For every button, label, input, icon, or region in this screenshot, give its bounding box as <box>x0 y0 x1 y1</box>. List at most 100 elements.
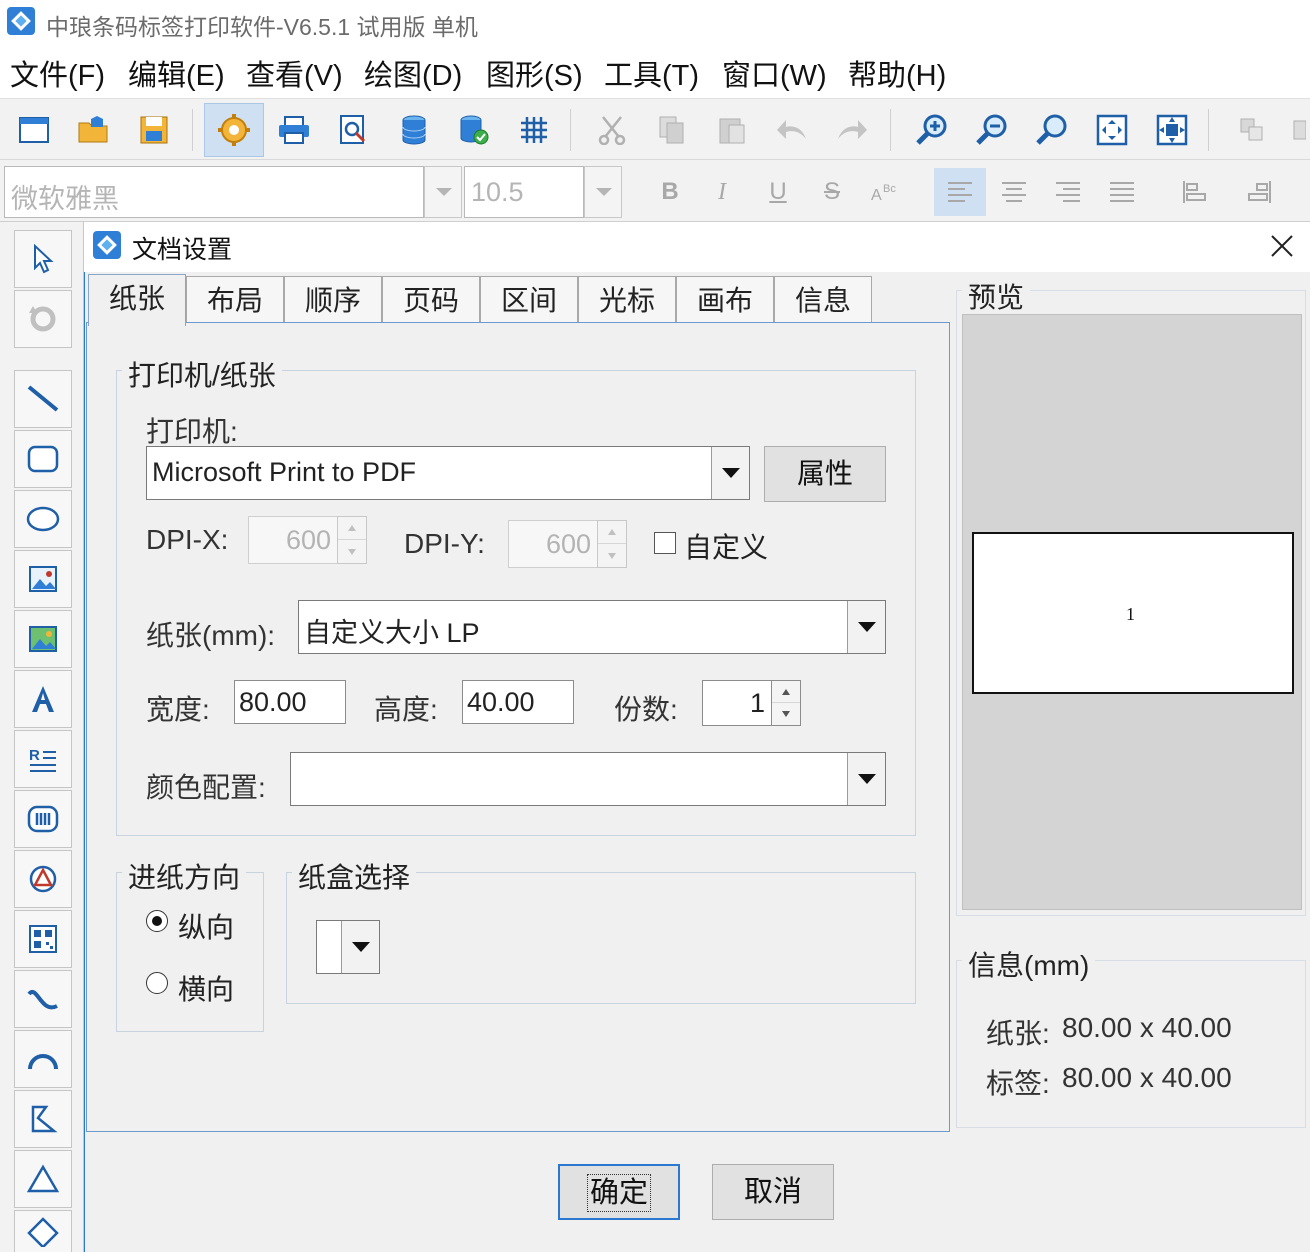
paper-size-select[interactable]: 自定义大小 LP <box>298 600 886 654</box>
dpi-y-increment[interactable] <box>598 521 626 544</box>
close-icon[interactable] <box>1266 230 1298 262</box>
paper-tray-select[interactable] <box>316 920 380 974</box>
cut-button[interactable] <box>584 103 640 157</box>
height-input[interactable]: 40.00 <box>462 680 574 724</box>
triangle-circle-tool-button[interactable] <box>14 850 72 908</box>
zoom-out-button[interactable] <box>964 103 1020 157</box>
zoom-button[interactable] <box>1024 103 1080 157</box>
strikethrough-button[interactable]: S <box>808 168 856 216</box>
italic-button[interactable]: I <box>698 168 746 216</box>
save-button[interactable] <box>126 103 182 157</box>
text-tool-button[interactable] <box>14 670 72 728</box>
menu-shape[interactable]: 图形(S) <box>486 52 583 94</box>
triangle-tool-button[interactable] <box>14 1150 72 1208</box>
copy-button[interactable] <box>644 103 700 157</box>
portrait-radio[interactable] <box>146 910 168 932</box>
new-button[interactable] <box>6 103 62 157</box>
menu-bar: 文件(F) 编辑(E) 查看(V) 绘图(D) 图形(S) 工具(T) 窗口(W… <box>0 44 1310 98</box>
grid-button[interactable] <box>506 103 562 157</box>
underline-button[interactable]: U <box>754 168 802 216</box>
dpi-y-input[interactable]: 600 <box>508 520 598 568</box>
dpi-x-input[interactable]: 600 <box>248 516 338 564</box>
align-right-button[interactable] <box>1044 168 1092 216</box>
actual-size-button[interactable] <box>1144 103 1200 157</box>
dpi-y-decrement[interactable] <box>598 544 626 567</box>
curve-tool-button[interactable] <box>14 970 72 1028</box>
font-size-dropdown-button[interactable] <box>584 166 622 218</box>
ellipse-tool-button[interactable] <box>14 490 72 548</box>
tab-paper[interactable]: 纸张 <box>88 274 186 326</box>
landscape-radio[interactable] <box>146 972 168 994</box>
tab-info[interactable]: 信息 <box>774 276 872 324</box>
undo-button[interactable] <box>764 103 820 157</box>
print-preview-button[interactable] <box>326 103 382 157</box>
menu-edit[interactable]: 编辑(E) <box>128 52 225 94</box>
tab-layout[interactable]: 布局 <box>186 276 284 324</box>
redo-button[interactable] <box>824 103 880 157</box>
menu-window[interactable]: 窗口(W) <box>722 52 827 94</box>
line-tool-button[interactable] <box>14 370 72 428</box>
picture-tool-button[interactable] <box>14 610 72 668</box>
menu-tools[interactable]: 工具(T) <box>604 52 699 94</box>
align-objects-right-button[interactable] <box>1234 168 1282 216</box>
tab-range[interactable]: 区间 <box>480 276 578 324</box>
superscript-button[interactable]: A Bc <box>860 168 908 216</box>
document-settings-button[interactable] <box>204 103 264 157</box>
dpi-x-increment[interactable] <box>338 517 366 540</box>
rectangle-tool-button[interactable] <box>14 430 72 488</box>
paper-tray-dropdown-button[interactable] <box>341 921 379 973</box>
align-objects-left-button[interactable] <box>1172 168 1220 216</box>
select-tool-button[interactable] <box>14 230 72 288</box>
overflow-button[interactable] <box>1282 103 1310 157</box>
menu-view[interactable]: 查看(V) <box>246 52 343 94</box>
copies-increment[interactable] <box>772 681 800 703</box>
dpi-y-spinner[interactable] <box>597 520 627 568</box>
font-family-dropdown-button[interactable] <box>424 166 462 218</box>
barcode-tool-button[interactable] <box>14 790 72 848</box>
font-family-select[interactable]: 微软雅黑 <box>4 166 424 218</box>
rotate-tool-button[interactable] <box>14 290 72 348</box>
menu-draw[interactable]: 绘图(D) <box>364 52 462 94</box>
tab-order[interactable]: 顺序 <box>284 276 382 324</box>
color-config-dropdown-button[interactable] <box>847 753 885 805</box>
font-size-select[interactable]: 10.5 <box>464 166 584 218</box>
color-config-select[interactable] <box>290 752 886 806</box>
database-button[interactable] <box>386 103 442 157</box>
qrcode-tool-button[interactable] <box>14 910 72 968</box>
menu-file[interactable]: 文件(F) <box>10 52 105 94</box>
copies-input[interactable]: 1 <box>702 680 772 726</box>
printer-select[interactable]: Microsoft Print to PDF <box>146 446 750 500</box>
menu-help[interactable]: 帮助(H) <box>848 52 946 94</box>
bold-button[interactable]: B <box>646 168 694 216</box>
custom-dpi-checkbox[interactable] <box>654 532 676 554</box>
properties-button[interactable]: 属性 <box>764 446 886 502</box>
zoom-in-button[interactable] <box>904 103 960 157</box>
dpi-x-decrement[interactable] <box>338 540 366 563</box>
copies-decrement[interactable] <box>772 703 800 725</box>
align-center-button[interactable] <box>990 168 1038 216</box>
fit-window-button[interactable] <box>1084 103 1140 157</box>
tab-canvas[interactable]: 画布 <box>676 276 774 324</box>
printer-dropdown-button[interactable] <box>711 447 749 499</box>
database-settings-button[interactable] <box>446 103 502 157</box>
tab-page-number[interactable]: 页码 <box>382 276 480 324</box>
arc-tool-button[interactable] <box>14 1030 72 1088</box>
cancel-button[interactable]: 取消 <box>712 1164 834 1220</box>
align-left-button[interactable] <box>934 168 986 216</box>
printer-value: Microsoft Print to PDF <box>152 457 417 487</box>
justify-button[interactable] <box>1098 168 1146 216</box>
copies-spinner[interactable] <box>771 680 801 726</box>
dpi-x-spinner[interactable] <box>337 516 367 564</box>
open-button[interactable] <box>66 103 122 157</box>
paste-button[interactable] <box>704 103 760 157</box>
diamond-tool-button[interactable] <box>14 1210 72 1252</box>
print-button[interactable] <box>266 103 322 157</box>
tab-cursor[interactable]: 光标 <box>578 276 676 324</box>
layer-button[interactable] <box>1224 103 1280 157</box>
polygon-tool-button[interactable] <box>14 1090 72 1148</box>
ok-button[interactable]: 确定 <box>558 1164 680 1220</box>
paper-size-dropdown-button[interactable] <box>847 601 885 653</box>
rich-text-tool-button[interactable]: R <box>14 730 72 788</box>
image-tool-button[interactable] <box>14 550 72 608</box>
width-input[interactable]: 80.00 <box>234 680 346 724</box>
